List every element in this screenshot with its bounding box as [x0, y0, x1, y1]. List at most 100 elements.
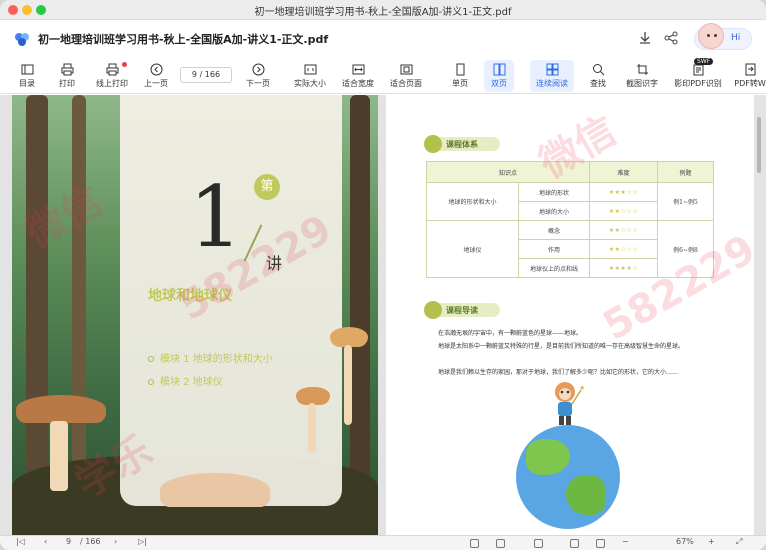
notification-dot — [122, 62, 127, 67]
swf-badge: SWF — [694, 58, 714, 65]
print-button[interactable]: 打印 — [52, 60, 82, 92]
toc-button[interactable]: 目录 — [12, 60, 42, 92]
prev-page-small-button[interactable]: ‹ — [44, 537, 47, 546]
fit-page-small-icon[interactable] — [596, 539, 605, 548]
vertical-scrollbar[interactable] — [757, 117, 761, 173]
page-number-input[interactable]: 9 / 166 — [180, 67, 232, 83]
print-label: 打印 — [59, 79, 75, 88]
assistant-button[interactable]: Hi — [694, 23, 752, 50]
screenshot-ocr-icon — [636, 64, 648, 75]
window-title: 初一地理培训班学习用书-秋上-全国版A加-讲义1-正文.pdf — [254, 7, 512, 18]
mushroom-decoration — [16, 395, 106, 423]
continuous-read-button[interactable]: 连续阅读 — [530, 60, 574, 92]
page-current: 9 — [191, 70, 198, 79]
section-title: 课程体系 — [446, 140, 478, 149]
next-page-small-button[interactable]: › — [114, 537, 117, 546]
toc-icon — [21, 64, 33, 75]
pdf-convert-button[interactable]: PDF转W — [734, 60, 766, 92]
prev-page-label: 上一页 — [144, 79, 168, 88]
actual-size-label: 实际大小 — [294, 79, 326, 88]
fit-page-icon — [400, 64, 412, 75]
document-header: 初一地理培训班学习用书-秋上-全国版A加-讲义1-正文.pdf Hi — [0, 20, 766, 58]
section-title: 课程导读 — [446, 306, 478, 315]
assistant-label: Hi — [731, 33, 741, 43]
single-page-icon — [456, 63, 464, 76]
last-page-button[interactable]: ▷| — [138, 537, 147, 546]
table-cell: 作用 — [518, 239, 590, 259]
actual-size-small-icon[interactable] — [570, 539, 579, 548]
continent-decoration — [566, 475, 606, 515]
lesson-jiang-label: 讲 — [266, 254, 283, 273]
table-header-cell: 知识点 — [426, 161, 590, 183]
actual-size-button[interactable]: 实际大小 — [290, 60, 330, 92]
module-item: 模块 2 地球仪 — [148, 373, 223, 388]
continuous-view-icon[interactable] — [534, 539, 543, 548]
table-cell: 地球的形状 — [518, 182, 590, 202]
prev-page-button[interactable]: 上一页 — [140, 60, 172, 92]
search-icon — [592, 64, 604, 76]
difficulty-stars: ★★★★☆ — [589, 258, 658, 278]
assistant-avatar — [698, 23, 724, 49]
table-header-cell: 例题 — [657, 161, 714, 183]
fit-page-button[interactable]: 适合页面 — [386, 60, 426, 92]
printer-icon — [61, 63, 73, 76]
mushroom-decoration — [160, 473, 270, 507]
zoom-out-button[interactable]: − — [622, 537, 629, 546]
table-cell: 例6~例8 — [657, 220, 714, 278]
actual-size-icon — [304, 64, 316, 75]
next-page-button[interactable]: 下一页 — [242, 60, 274, 92]
difficulty-stars: ★★☆☆☆ — [589, 220, 658, 240]
double-view-icon[interactable] — [496, 539, 505, 548]
app-window: 初一地理培训班学习用书-秋上-全国版A加-讲义1-正文.pdf 初一地理培训班学… — [0, 0, 766, 550]
section-badge-icon — [424, 135, 442, 153]
document-canvas[interactable]: 1 第 讲 地球和地球仪 模块 1 地球的形状和大小 模块 2 地球仪 微信 5… — [0, 95, 766, 535]
ocr-pdf-label: 影印PDF识别 — [674, 79, 722, 88]
table-header-cell: 难度 — [589, 161, 658, 183]
mushroom-decoration — [330, 327, 368, 347]
table-cell: 地球的形状和大小 — [426, 182, 519, 221]
next-page-icon — [252, 63, 264, 76]
table-header-row: 知识点 难度 例题 — [426, 161, 714, 183]
difficulty-stars: ★★☆☆☆ — [589, 239, 658, 259]
zoom-level: 67% — [676, 537, 694, 546]
fit-width-button[interactable]: 适合宽度 — [338, 60, 378, 92]
mushroom-decoration — [344, 345, 352, 425]
pdf-convert-icon — [745, 63, 755, 76]
double-page-label: 双页 — [491, 79, 507, 88]
guide-paragraph: 地球是我们赖以生存的家园，那对于地球，我们了解多少呢？比如它的形状，它的大小…… — [438, 369, 679, 376]
online-print-label: 线上打印 — [96, 79, 128, 88]
app-logo-icon — [15, 33, 29, 46]
table-cell: 例1~例5 — [657, 182, 714, 221]
section-badge-icon — [424, 301, 442, 319]
screenshot-ocr-button[interactable]: 截图识字 — [622, 60, 662, 92]
table-row: 地球仪 概念 ★★☆☆☆ 例6~例8 — [426, 220, 714, 278]
fullscreen-icon[interactable]: ⤢ — [736, 537, 742, 547]
title-bar: 初一地理培训班学习用书-秋上-全国版A加-讲义1-正文.pdf — [0, 0, 766, 20]
find-button[interactable]: 查找 — [584, 60, 612, 92]
toolbar: 目录 打印 线上打印 上一页 9 / 166 下一页 实际大小 适合宽度 适合页… — [0, 58, 766, 94]
share-icon[interactable] — [663, 30, 679, 46]
double-page-icon — [493, 63, 505, 76]
single-view-icon[interactable] — [470, 539, 479, 548]
guide-paragraph: 地球是太阳系中一颗蔚蓝又特殊的行星，是目前我们所知道的唯一存在高级智慧生命的星球… — [438, 343, 685, 350]
course-table: 知识点 难度 例题 地球的形状和大小 地球的形状 ★★★☆☆ 例1~例5 地球的… — [426, 161, 714, 278]
monkey-mascot-illustration: ★ — [555, 382, 585, 425]
status-bar: |◁ ‹ 9 / 166 › ▷| − 67% + ⤢ — [0, 535, 766, 550]
prev-page-icon — [150, 63, 162, 76]
double-page-button[interactable]: 双页 — [484, 60, 514, 92]
find-label: 查找 — [590, 79, 606, 88]
module-label: 模块 1 地球的形状和大小 — [160, 354, 273, 365]
toc-label: 目录 — [19, 79, 35, 88]
download-icon[interactable] — [637, 30, 653, 46]
single-page-button[interactable]: 单页 — [446, 60, 474, 92]
single-page-label: 单页 — [452, 79, 468, 88]
fit-width-icon — [352, 64, 364, 75]
difficulty-stars: ★★★☆☆ — [589, 182, 658, 202]
continent-decoration — [526, 439, 570, 475]
zoom-in-button[interactable]: + — [708, 537, 715, 546]
first-page-button[interactable]: |◁ — [16, 537, 25, 546]
lesson-di-badge: 第 — [254, 174, 280, 200]
module-bullet-icon — [148, 356, 154, 362]
left-page: 1 第 讲 地球和地球仪 模块 1 地球的形状和大小 模块 2 地球仪 微信 5… — [12, 95, 378, 535]
status-page-current[interactable]: 9 — [66, 537, 71, 546]
